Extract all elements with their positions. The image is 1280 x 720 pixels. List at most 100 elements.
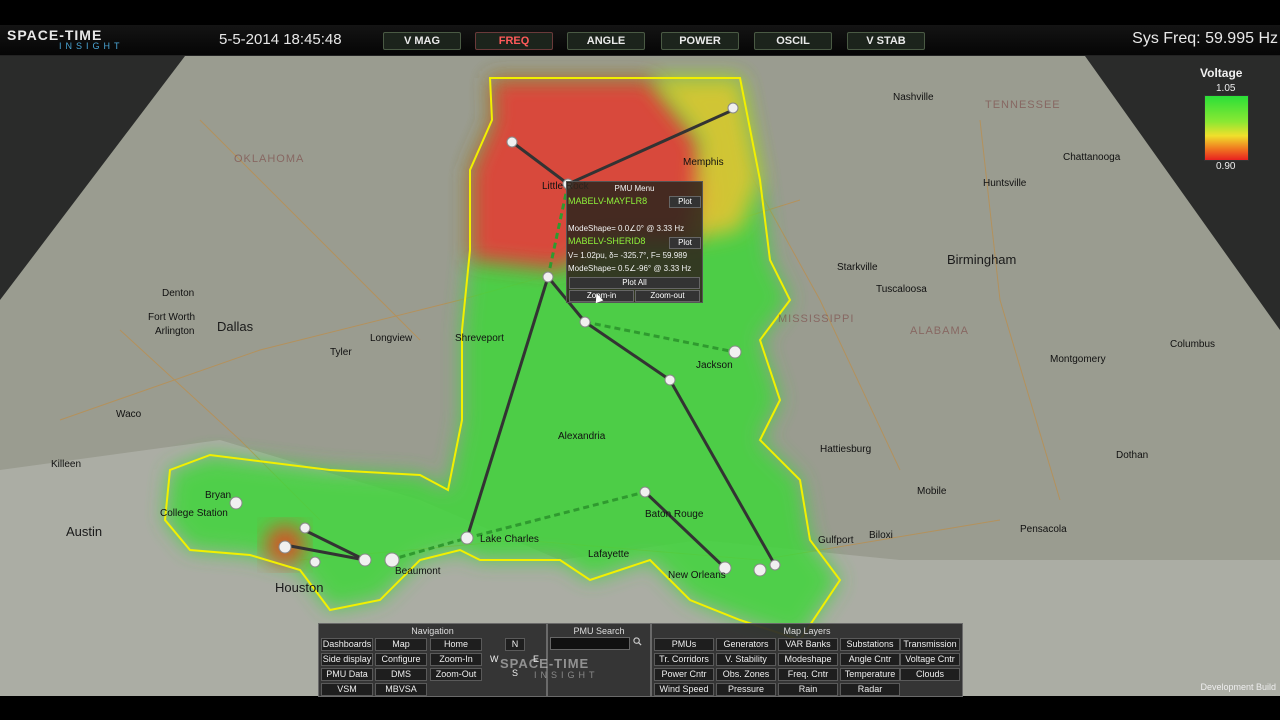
watermark-text: SPACE-TIME xyxy=(500,656,590,671)
label-dothan: Dothan xyxy=(1116,450,1149,461)
pmu1-modeshape: ModeShape= 0.0∠0° @ 3.33 Hz xyxy=(568,224,685,233)
search-icon[interactable] xyxy=(633,637,642,646)
pmu2-values: V= 1.02pu, δ= -325.7°, F= 59.989 xyxy=(568,251,688,260)
label-alabama: ALABAMA xyxy=(910,325,969,337)
plot1-button[interactable]: Plot xyxy=(669,196,701,208)
label-biloxi: Biloxi xyxy=(869,530,893,541)
label-jackson: Jackson xyxy=(696,360,733,371)
pmu2-name: MABELV-SHERID8 xyxy=(568,236,646,246)
tab-oscil[interactable]: OSCIL xyxy=(754,32,832,50)
label-longview: Longview xyxy=(370,333,413,344)
pan-west-button[interactable]: W xyxy=(490,654,499,664)
label-baton-rouge: Baton Rouge xyxy=(645,509,704,520)
layer-power-cntr-button[interactable]: Power Cntr xyxy=(654,668,714,681)
label-killeen: Killeen xyxy=(51,459,82,470)
mbvsa-button[interactable]: MBVSA xyxy=(375,683,427,696)
label-birmingham: Birmingham xyxy=(947,252,1017,267)
layer-pressure-button[interactable]: Pressure xyxy=(716,683,776,696)
label-tennessee: TENNESSEE xyxy=(985,99,1061,111)
layer-temperature-button[interactable]: Temperature xyxy=(840,668,900,681)
zoom-out-nav-button[interactable]: Zoom-Out xyxy=(430,668,482,681)
label-huntsville: Huntsville xyxy=(983,178,1027,189)
dms-button[interactable]: DMS xyxy=(375,668,427,681)
zoom-in-nav-button[interactable]: Zoom-In xyxy=(430,653,482,666)
side-display-button[interactable]: Side display xyxy=(321,653,373,666)
layer-transmission-button[interactable]: Transmission xyxy=(900,638,960,651)
tab-angle[interactable]: ANGLE xyxy=(567,32,645,50)
legend-min: 0.90 xyxy=(1216,161,1236,172)
label-houston: Houston xyxy=(275,580,324,595)
navigation-title: Navigation xyxy=(411,626,454,636)
layer-radar-button[interactable]: Radar xyxy=(840,683,900,696)
voltage-color-scale xyxy=(1204,95,1249,161)
plot2-button[interactable]: Plot xyxy=(669,237,701,249)
layer-clouds-button[interactable]: Clouds xyxy=(900,668,960,681)
label-arlington: Arlington xyxy=(155,326,195,337)
top-black-bar xyxy=(0,0,1280,25)
label-dallas: Dallas xyxy=(217,319,254,334)
datetime: 5-5-2014 18:45:48 xyxy=(219,31,342,48)
layer-var-banks-button[interactable]: VAR Banks xyxy=(778,638,838,651)
layer-voltage-cntr-button[interactable]: Voltage Cntr xyxy=(900,653,960,666)
pmu-menu-title: PMU Menu xyxy=(614,184,655,193)
zoom-out-button[interactable]: Zoom-out xyxy=(635,290,700,302)
configure-button[interactable]: Configure xyxy=(375,653,427,666)
label-bryan: Bryan xyxy=(205,490,232,501)
map-layers-title: Map Layers xyxy=(783,626,831,636)
label-hattiesburg: Hattiesburg xyxy=(820,444,872,455)
label-new-orleans: New Orleans xyxy=(668,570,726,581)
vsm-button[interactable]: VSM xyxy=(321,683,373,696)
system-frequency: Sys Freq: 59.995 Hz xyxy=(1132,30,1278,47)
layer-angle-cntr-button[interactable]: Angle Cntr xyxy=(840,653,900,666)
pmu-menu-popup: PMU Menu MABELV-MAYFLR8 Plot ModeShape= … xyxy=(566,181,703,303)
tab-v-stab[interactable]: V STAB xyxy=(847,32,925,50)
layer-v-stability-button[interactable]: V. Stability xyxy=(716,653,776,666)
layer-modeshape-button[interactable]: Modeshape xyxy=(778,653,838,666)
pmu-search-title: PMU Search xyxy=(573,626,625,636)
bottom-black-bar xyxy=(0,697,1280,720)
development-build-label: Development Build xyxy=(1200,682,1276,692)
map-button[interactable]: Map xyxy=(375,638,427,651)
label-gulfport: Gulfport xyxy=(818,535,854,546)
dashboards-button[interactable]: Dashboards xyxy=(321,638,373,651)
label-waco: Waco xyxy=(116,409,142,420)
tab-freq[interactable]: FREQ xyxy=(475,32,553,50)
label-alexandria: Alexandria xyxy=(558,431,606,442)
layer-generators-button[interactable]: Generators xyxy=(716,638,776,651)
plot-all-button[interactable]: Plot All xyxy=(569,277,700,289)
layer-wind-speed-button[interactable]: Wind Speed xyxy=(654,683,714,696)
label-starkville: Starkville xyxy=(837,262,878,273)
label-memphis: Memphis xyxy=(683,157,724,168)
label-tuscaloosa: Tuscaloosa xyxy=(876,284,927,295)
label-mobile: Mobile xyxy=(917,486,947,497)
label-lake-charles: Lake Charles xyxy=(480,534,539,545)
tab-v-mag[interactable]: V MAG xyxy=(383,32,461,50)
pan-north-button[interactable]: N xyxy=(505,638,525,651)
label-denton: Denton xyxy=(162,288,195,299)
legend-max: 1.05 xyxy=(1216,83,1236,94)
label-nashville: Nashville xyxy=(893,92,934,103)
label-montgomery: Montgomery xyxy=(1050,354,1106,365)
label-mississippi: MISSISSIPPI xyxy=(778,313,855,325)
legend-title: Voltage xyxy=(1200,66,1243,80)
layer-tr-corridors-button[interactable]: Tr. Corridors xyxy=(654,653,714,666)
label-austin: Austin xyxy=(66,524,103,539)
home-button[interactable]: Home xyxy=(430,638,482,651)
layer-pmus-button[interactable]: PMUs xyxy=(654,638,714,651)
layer-rain-button[interactable]: Rain xyxy=(778,683,838,696)
space-time-logo: SPACE-TIME INSIGHT xyxy=(7,27,137,53)
layer-substations-button[interactable]: Substations xyxy=(840,638,900,651)
label-beaumont: Beaumont xyxy=(395,566,441,577)
pmu-data-button[interactable]: PMU Data xyxy=(321,668,373,681)
label-college-station: College Station xyxy=(160,508,228,519)
layer-freq-cntr-button[interactable]: Freq. Cntr xyxy=(778,668,838,681)
pmu1-name: MABELV-MAYFLR8 xyxy=(568,196,648,206)
tab-power[interactable]: POWER xyxy=(661,32,739,50)
label-chattanooga: Chattanooga xyxy=(1063,152,1121,163)
label-oklahoma: OKLAHOMA xyxy=(234,153,305,165)
label-tyler: Tyler xyxy=(330,347,352,358)
logo-subtext: INSIGHT xyxy=(59,41,124,51)
pmu-search-input[interactable] xyxy=(550,637,630,650)
layer-obs-zones-button[interactable]: Obs. Zones xyxy=(716,668,776,681)
label-pensacola: Pensacola xyxy=(1020,524,1067,535)
